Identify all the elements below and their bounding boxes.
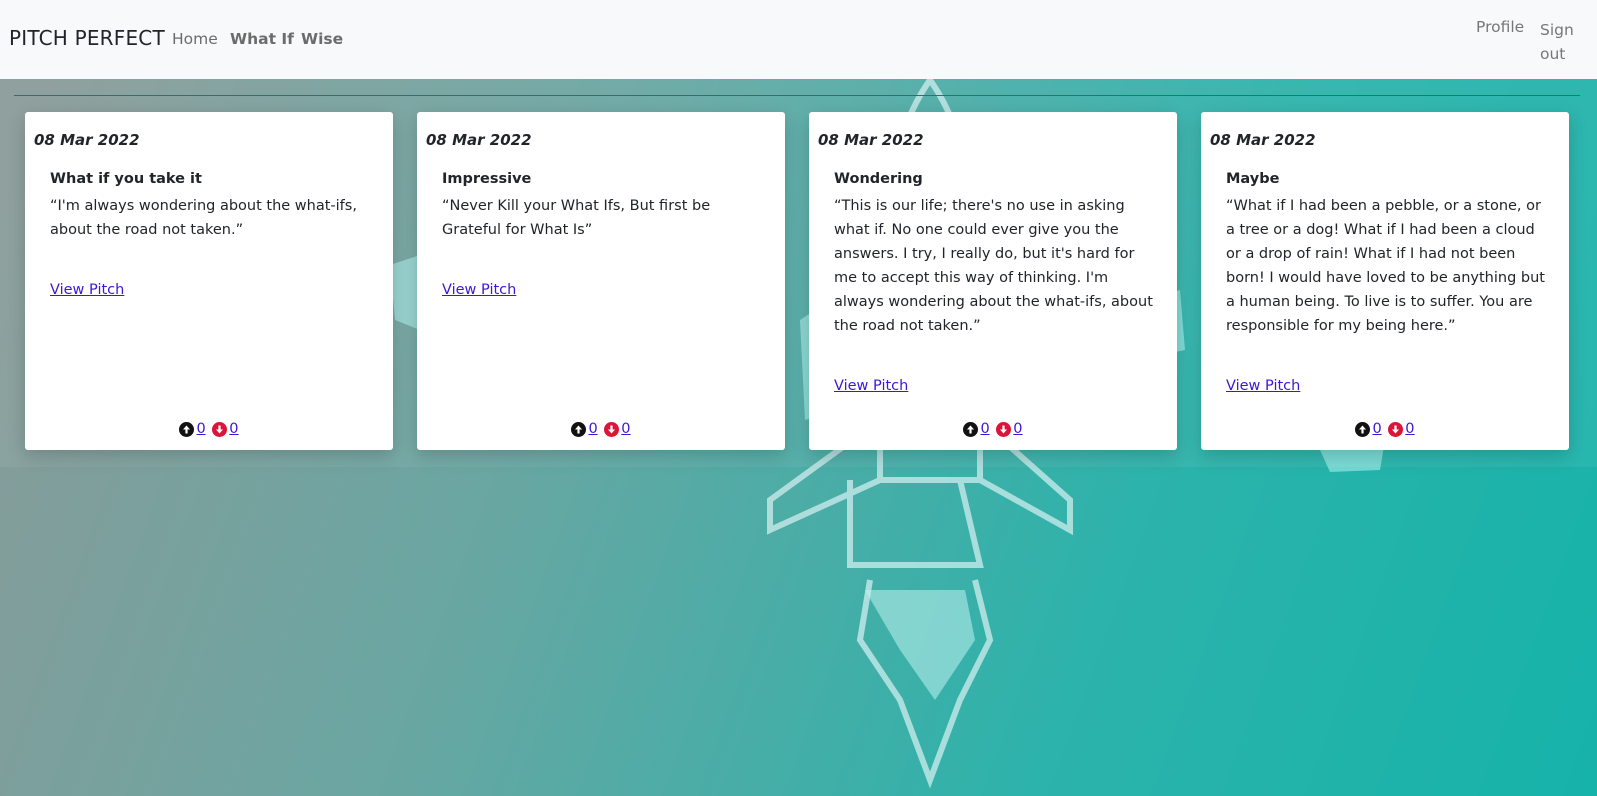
arrow-up-circle-icon <box>963 421 979 437</box>
arrow-down-circle-icon <box>604 421 620 437</box>
pitch-date: 08 Mar 2022 <box>34 131 140 149</box>
nav-profile-link[interactable]: Profile <box>1476 18 1524 36</box>
nav-whatif-link[interactable]: What If <box>230 30 294 48</box>
upvote-count: 0 <box>196 421 206 437</box>
pitch-quote: “This is our life; there's no use in ask… <box>834 198 1153 334</box>
pitch-title: What if you take it <box>50 171 202 187</box>
downvote-count: 0 <box>1405 421 1415 437</box>
upvote-button[interactable]: 0 <box>179 421 206 437</box>
pitch-date: 08 Mar 2022 <box>426 131 532 149</box>
upvote-count: 0 <box>1372 421 1382 437</box>
view-pitch-link[interactable]: View Pitch <box>50 282 124 298</box>
downvote-button[interactable]: 0 <box>604 421 631 437</box>
upvote-count: 0 <box>588 421 598 437</box>
nav-signout-link[interactable]: Sign out <box>1540 18 1580 66</box>
view-pitch-link[interactable]: View Pitch <box>442 282 516 298</box>
pitch-quote: “What if I had been a pebble, or a stone… <box>1226 198 1545 334</box>
divider-line <box>14 95 1580 96</box>
downvote-count: 0 <box>229 421 239 437</box>
view-pitch-link[interactable]: View Pitch <box>1226 378 1300 394</box>
arrow-up-circle-icon <box>179 421 195 437</box>
pitch-card: 08 Mar 2022 Wondering “This is our life;… <box>809 112 1177 450</box>
downvote-button[interactable]: 0 <box>996 421 1023 437</box>
arrow-up-circle-icon <box>571 421 587 437</box>
pitch-card: 08 Mar 2022 Maybe “What if I had been a … <box>1201 112 1569 450</box>
pitch-date: 08 Mar 2022 <box>818 131 924 149</box>
vote-bar: 0 0 <box>417 421 785 441</box>
pitch-title: Maybe <box>1226 171 1280 187</box>
pitch-title: Impressive <box>442 171 532 187</box>
pitch-quote: “Never Kill your What Ifs, But first be … <box>442 198 711 238</box>
nav-home-link[interactable]: Home <box>172 30 218 48</box>
arrow-down-circle-icon <box>1388 421 1404 437</box>
arrow-up-circle-icon <box>1355 421 1371 437</box>
upvote-button[interactable]: 0 <box>571 421 598 437</box>
downvote-button[interactable]: 0 <box>212 421 239 437</box>
vote-bar: 0 0 <box>1201 421 1569 441</box>
upvote-button[interactable]: 0 <box>1355 421 1382 437</box>
downvote-count: 0 <box>1013 421 1023 437</box>
pitch-quote: “I'm always wondering about the what-ifs… <box>50 198 357 238</box>
upvote-count: 0 <box>980 421 990 437</box>
arrow-down-circle-icon <box>212 421 228 437</box>
downvote-button[interactable]: 0 <box>1388 421 1415 437</box>
view-pitch-link[interactable]: View Pitch <box>834 378 908 394</box>
top-navbar: PITCH PERFECT Home What If Wise Profile … <box>0 0 1597 79</box>
vote-bar: 0 0 <box>809 421 1177 441</box>
brand-logo[interactable]: PITCH PERFECT <box>9 26 165 50</box>
pitch-card: 08 Mar 2022 What if you take it “I'm alw… <box>25 112 393 450</box>
downvote-count: 0 <box>621 421 631 437</box>
pitch-title: Wondering <box>834 171 923 187</box>
upvote-button[interactable]: 0 <box>963 421 990 437</box>
pitch-card: 08 Mar 2022 Impressive “Never Kill your … <box>417 112 785 450</box>
vote-bar: 0 0 <box>25 421 393 441</box>
arrow-down-circle-icon <box>996 421 1012 437</box>
nav-wise-link[interactable]: Wise <box>301 30 343 48</box>
pitch-date: 08 Mar 2022 <box>1210 131 1316 149</box>
